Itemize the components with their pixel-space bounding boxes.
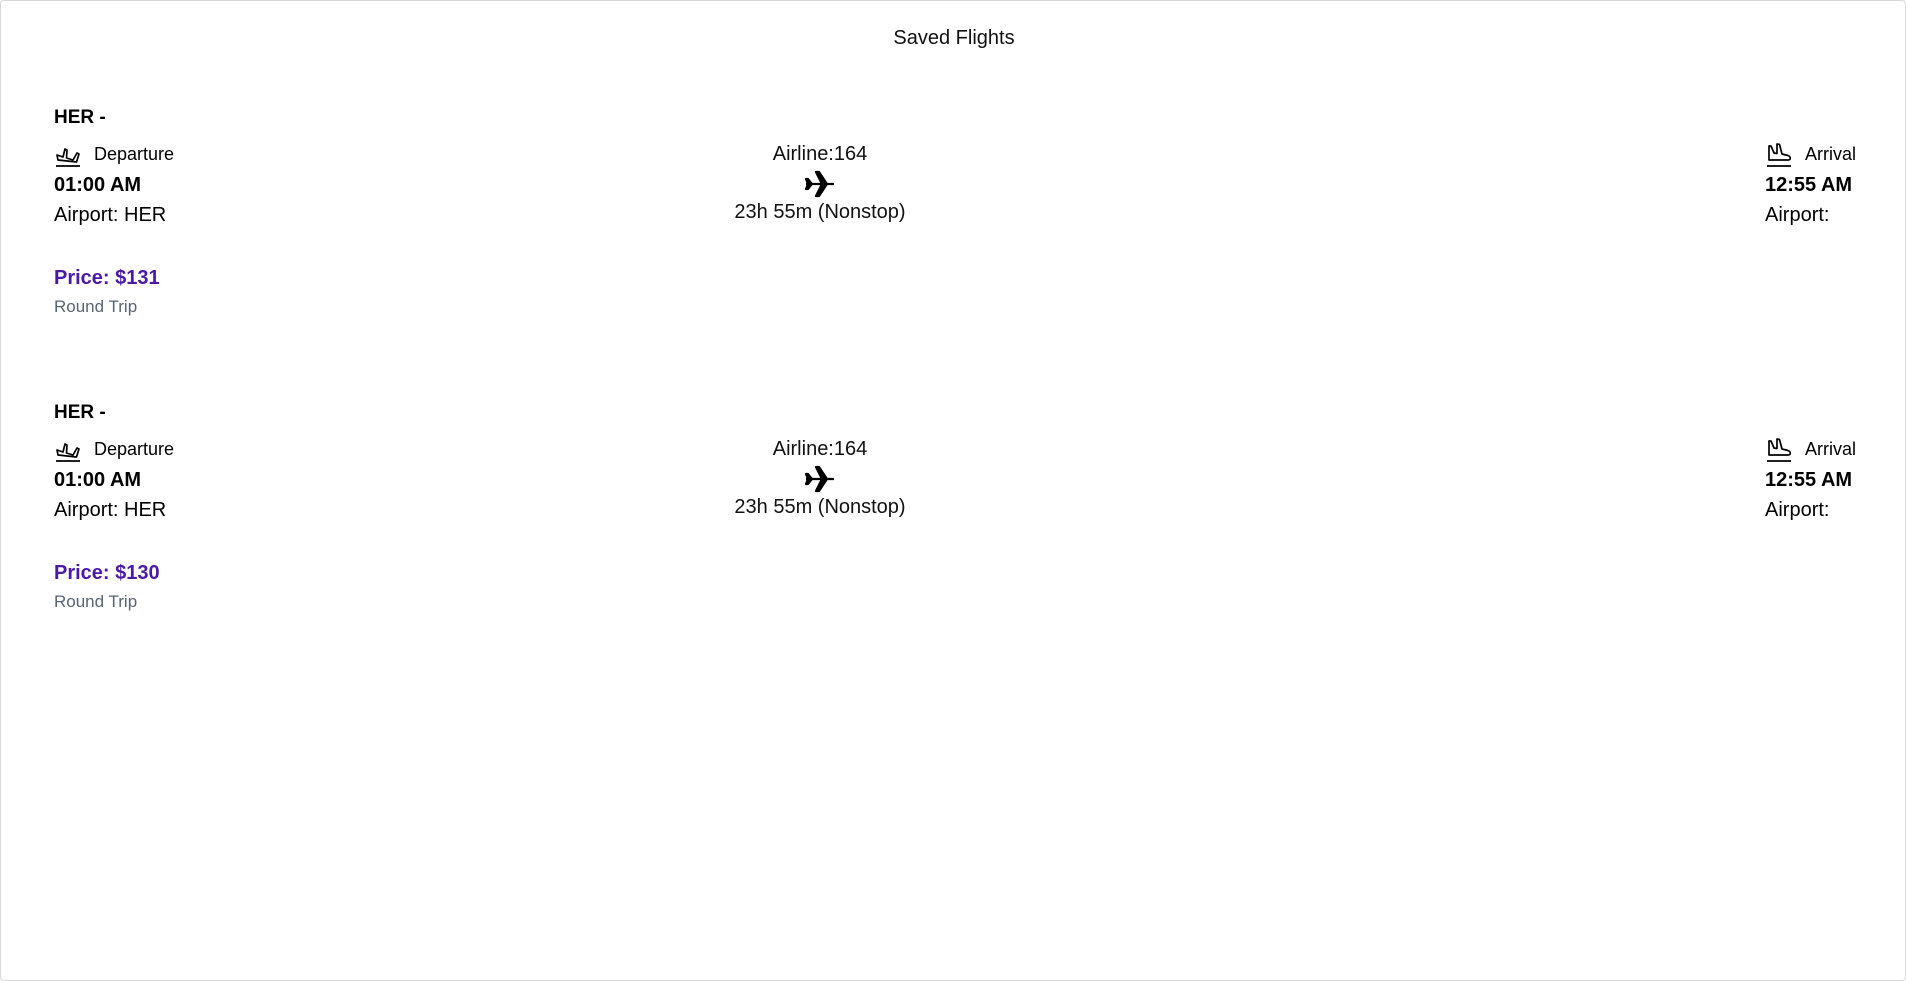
arrival-section: Arrival 12:55 AM Airport: — [1765, 139, 1856, 229]
departure-time: 01:00 AM — [54, 174, 142, 196]
departure-section: Departure 01:00 AM Airport: HER — [54, 139, 174, 229]
arrival-airport: Airport: — [1765, 204, 1830, 226]
flight-card[interactable]: HER - Departure 01:00 AM Airport: HER Ai… — [54, 107, 1856, 337]
price-label: Price: $131 — [54, 267, 160, 289]
departure-label: Departure — [94, 143, 175, 164]
landing-icon — [1767, 438, 1792, 462]
trip-type-label: Round Trip — [54, 297, 138, 316]
route-label: HER - — [54, 402, 106, 423]
takeoff-icon — [56, 443, 80, 462]
departure-time: 01:00 AM — [54, 469, 142, 491]
departure-section: Departure 01:00 AM Airport: HER — [54, 434, 174, 524]
airplane-icon — [804, 465, 834, 493]
arrival-time: 12:55 AM — [1765, 174, 1853, 196]
arrival-section: Arrival 12:55 AM Airport: — [1765, 434, 1856, 524]
saved-flights-page: Saved Flights HER - Departure 01:00 AM A… — [0, 0, 1906, 981]
airplane-icon — [804, 170, 834, 198]
price-label: Price: $130 — [54, 562, 160, 584]
airline-label: Airline:164 — [772, 143, 868, 165]
departure-label: Departure — [94, 438, 175, 459]
route-label: HER - — [54, 107, 106, 128]
trip-type-label: Round Trip — [54, 592, 138, 611]
landing-icon — [1767, 143, 1792, 167]
arrival-time: 12:55 AM — [1765, 469, 1853, 491]
duration-label: 23h 55m (Nonstop) — [734, 496, 906, 518]
flight-card[interactable]: HER - Departure 01:00 AM Airport: HER Ai… — [54, 402, 1856, 632]
departure-airport: Airport: HER — [54, 499, 167, 521]
page-title: Saved Flights — [893, 27, 1015, 49]
departure-airport: Airport: HER — [54, 204, 167, 226]
duration-label: 23h 55m (Nonstop) — [734, 201, 906, 223]
arrival-label: Arrival — [1805, 143, 1857, 164]
airline-label: Airline:164 — [772, 438, 868, 460]
arrival-label: Arrival — [1805, 438, 1857, 459]
arrival-airport: Airport: — [1765, 499, 1830, 521]
takeoff-icon — [56, 148, 80, 167]
